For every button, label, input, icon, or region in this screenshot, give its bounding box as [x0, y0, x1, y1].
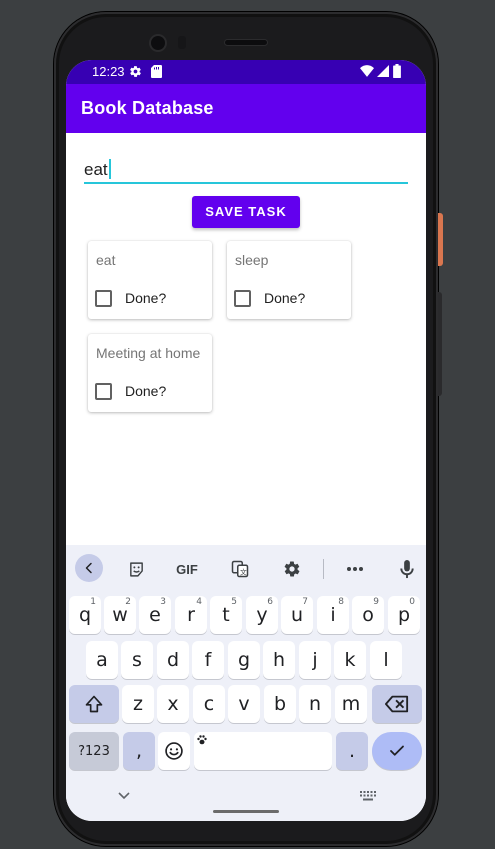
settings-icon	[129, 65, 142, 81]
screen: 12:23 Book Database eat SAVE TASK eat Do…	[66, 60, 426, 821]
task-title: sleep	[235, 252, 269, 268]
key-o[interactable]: o9	[352, 596, 384, 634]
svg-text:文: 文	[240, 567, 247, 576]
soft-keyboard: GIF 文 q1 w2 e3 r4 t5 y6 u7 i8 o9 p0 a s …	[66, 545, 426, 821]
keyboard-toolbar: GIF 文	[66, 545, 426, 591]
key-a[interactable]: a	[86, 641, 118, 679]
backspace-icon	[385, 695, 409, 713]
key-e[interactable]: e3	[139, 596, 171, 634]
key-d[interactable]: d	[157, 641, 189, 679]
key-r[interactable]: r4	[175, 596, 207, 634]
task-title: Meeting at home	[96, 345, 201, 361]
sd-card-icon	[151, 65, 162, 81]
key-g[interactable]: g	[228, 641, 260, 679]
battery-icon	[393, 64, 401, 81]
checkmark-icon	[390, 745, 404, 756]
key-i[interactable]: i8	[317, 596, 349, 634]
key-y[interactable]: y6	[246, 596, 278, 634]
more-icon[interactable]	[344, 558, 366, 580]
key-w[interactable]: w2	[104, 596, 136, 634]
symbols-key[interactable]: ?123	[69, 732, 119, 770]
key-f[interactable]: f	[192, 641, 224, 679]
key-q[interactable]: q1	[69, 596, 101, 634]
proximity-sensor	[178, 36, 186, 49]
key-b[interactable]: b	[264, 685, 296, 723]
key-t[interactable]: t5	[210, 596, 242, 634]
backspace-key[interactable]	[372, 685, 422, 723]
text-cursor	[108, 159, 111, 179]
earpiece-speaker	[225, 40, 267, 45]
signal-icon	[377, 65, 389, 80]
home-indicator[interactable]	[213, 810, 279, 813]
key-v[interactable]: v	[228, 685, 260, 723]
keyboard-switch-icon[interactable]	[360, 791, 376, 801]
done-checkbox[interactable]	[95, 290, 112, 307]
key-n[interactable]: n	[299, 685, 331, 723]
key-l[interactable]: l	[370, 641, 402, 679]
chevron-down-icon[interactable]	[118, 792, 130, 800]
task-input-value: eat	[84, 160, 108, 179]
front-camera	[151, 36, 165, 50]
settings-icon[interactable]	[281, 558, 303, 580]
key-p[interactable]: p0	[388, 596, 420, 634]
shift-key[interactable]	[69, 685, 119, 723]
status-time: 12:23	[92, 64, 125, 79]
task-card: eat Done?	[88, 241, 212, 319]
toolbar-divider	[323, 559, 324, 579]
key-z[interactable]: z	[122, 685, 154, 723]
key-k[interactable]: k	[334, 641, 366, 679]
task-input[interactable]: eat	[84, 156, 408, 184]
mic-icon[interactable]	[396, 558, 418, 580]
status-bar: 12:23	[66, 60, 426, 84]
period-key[interactable]: .	[336, 732, 368, 770]
key-h[interactable]: h	[263, 641, 295, 679]
done-checkbox[interactable]	[95, 383, 112, 400]
key-x[interactable]: x	[157, 685, 189, 723]
key-c[interactable]: c	[193, 685, 225, 723]
key-j[interactable]: j	[299, 641, 331, 679]
key-s[interactable]: s	[121, 641, 153, 679]
key-u[interactable]: u7	[281, 596, 313, 634]
gif-button[interactable]: GIF	[174, 558, 200, 580]
done-label[interactable]: Done?	[125, 383, 166, 399]
app-bar: Book Database	[66, 84, 426, 133]
done-label[interactable]: Done?	[125, 290, 166, 306]
key-m[interactable]: m	[335, 685, 367, 723]
enter-key[interactable]	[372, 732, 422, 770]
power-button	[438, 213, 443, 266]
back-icon[interactable]	[75, 554, 103, 582]
app-title: Book Database	[81, 98, 214, 118]
emoji-key[interactable]	[158, 732, 190, 770]
task-card: sleep Done?	[227, 241, 351, 319]
shift-icon	[85, 695, 103, 713]
task-title: eat	[96, 252, 116, 268]
task-card: Meeting at home Done?	[88, 334, 212, 412]
translate-icon[interactable]: 文	[229, 558, 251, 580]
save-task-button[interactable]: SAVE TASK	[192, 196, 300, 228]
paw-icon	[197, 735, 207, 745]
volume-button	[438, 292, 442, 396]
wifi-icon	[360, 65, 374, 80]
comma-key[interactable]: ,	[123, 732, 155, 770]
space-key[interactable]	[194, 732, 332, 770]
sticker-icon[interactable]	[125, 558, 147, 580]
done-checkbox[interactable]	[234, 290, 251, 307]
done-label[interactable]: Done?	[264, 290, 305, 306]
emoji-icon	[165, 742, 183, 760]
